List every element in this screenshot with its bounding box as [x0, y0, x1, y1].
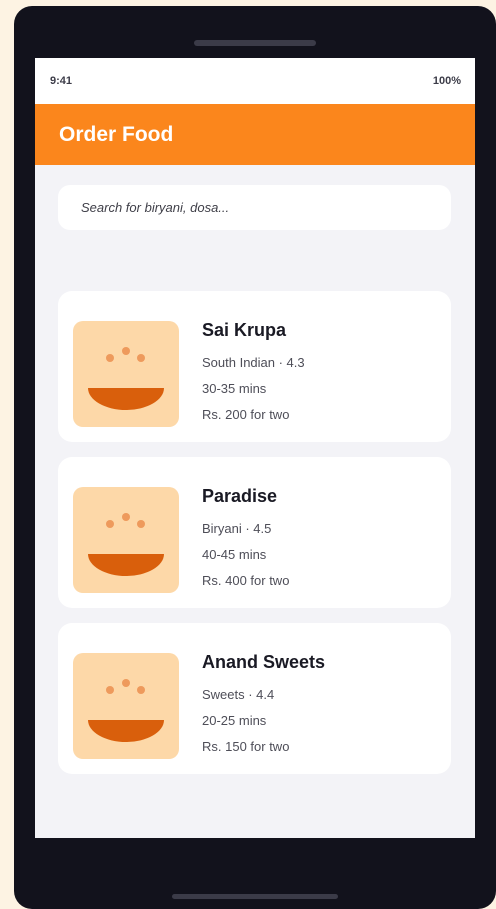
restaurant-price: Rs. 150 for two [202, 739, 290, 754]
restaurant-name: Paradise [202, 486, 278, 506]
food-bowl-icon [73, 321, 179, 427]
steam-dot [137, 686, 145, 694]
restaurant-price: Rs. 400 for two [202, 573, 290, 588]
steam-dot [106, 520, 114, 528]
phone-frame: 9:41 100% Order Food Sai Krupa South Ind… [14, 6, 496, 909]
food-bowl-icon [73, 487, 179, 593]
status-battery: 100% [432, 75, 461, 87]
app-screen: 9:41 100% Order Food Sai Krupa South Ind… [35, 58, 475, 838]
steam-dot [122, 513, 130, 521]
restaurant-cuisine-rating: Biryani · 4.5 [202, 521, 272, 536]
restaurant-price: Rs. 200 for two [202, 407, 290, 422]
steam-dot [137, 520, 145, 528]
restaurant-card-anand-sweets[interactable]: Anand Sweets Sweets · 4.4 20-25 mins Rs.… [58, 623, 451, 774]
bowl-shape [88, 388, 164, 410]
steam-dot [122, 679, 130, 687]
app-header: Order Food [35, 104, 475, 165]
restaurant-delivery-time: 40-45 mins [202, 547, 267, 562]
steam-dot [137, 354, 145, 362]
restaurant-cuisine-rating: Sweets · 4.4 [202, 687, 275, 702]
restaurant-cuisine-rating: South Indian · 4.3 [202, 355, 305, 370]
home-indicator[interactable] [172, 894, 338, 899]
restaurant-info: Paradise Biryani · 4.5 40-45 mins Rs. 40… [202, 486, 289, 594]
steam-dot [106, 686, 114, 694]
restaurant-delivery-time: 30-35 mins [202, 381, 267, 396]
bowl-shape [88, 554, 164, 576]
restaurant-card-sai-krupa[interactable]: Sai Krupa South Indian · 4.3 30-35 mins … [58, 291, 451, 442]
status-time: 9:41 [50, 75, 73, 87]
page-title: Order Food [59, 122, 174, 146]
food-bowl-icon [73, 653, 179, 759]
restaurant-info: Anand Sweets Sweets · 4.4 20-25 mins Rs.… [202, 652, 325, 760]
restaurant-name: Sai Krupa [202, 320, 287, 340]
restaurant-name: Anand Sweets [202, 652, 326, 672]
restaurant-info: Sai Krupa South Indian · 4.3 30-35 mins … [202, 320, 305, 428]
status-bar: 9:41 100% [35, 58, 475, 104]
speaker-slot [194, 40, 316, 46]
steam-dot [122, 347, 130, 355]
restaurant-card-paradise[interactable]: Paradise Biryani · 4.5 40-45 mins Rs. 40… [58, 457, 451, 608]
restaurant-delivery-time: 20-25 mins [202, 713, 267, 728]
steam-dot [106, 354, 114, 362]
search-input[interactable] [58, 185, 451, 230]
bowl-shape [88, 720, 164, 742]
